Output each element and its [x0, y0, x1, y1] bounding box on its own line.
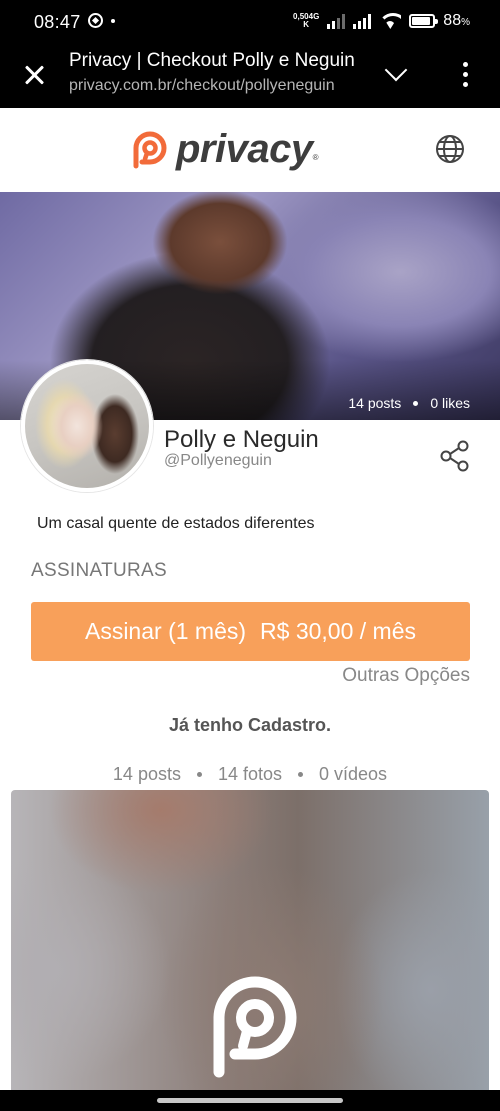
net-speed-unit: K [303, 20, 310, 29]
profile-name: Polly e Neguin [164, 426, 319, 453]
navigation-icon [88, 13, 103, 28]
cover-likes-count: 0 likes [430, 395, 470, 411]
registered-mark: ® [312, 153, 319, 162]
subscriptions-heading: ASSINATURAS [31, 560, 167, 581]
subscribe-price: R$ 30,00 / mês [260, 618, 416, 644]
globe-icon[interactable] [435, 134, 465, 164]
cover-stats: 14 posts 0 likes [348, 395, 470, 411]
status-notification-icons [88, 13, 115, 28]
separator-dot [298, 772, 304, 777]
signal-sim2-icon [353, 13, 372, 29]
cover-posts-count: 14 posts [348, 395, 402, 411]
profile-handle: @Pollyeneguin [164, 452, 272, 469]
privacy-lock-icon [213, 976, 297, 1078]
status-time: 08:47 [34, 12, 81, 32]
close-icon[interactable] [22, 62, 48, 88]
subscribe-plan-label: Assinar (1 mês) [84, 618, 247, 644]
status-indicators: 0,504G K 88% [293, 12, 470, 30]
network-speed: 0,504G K [293, 13, 319, 29]
signal-sim1-icon [327, 13, 346, 29]
media-counts: 14 posts 14 fotos 0 vídeos [0, 764, 500, 785]
locked-post-preview[interactable] [11, 790, 489, 1090]
separator-dot [413, 400, 419, 406]
site-header: privacy ® [0, 108, 500, 192]
battery-value: 88 [443, 12, 462, 29]
browser-toolbar: Privacy | Checkout Polly e Neguin privac… [0, 46, 500, 108]
already-registered-link[interactable]: Já tenho Cadastro. [0, 715, 500, 736]
avatar[interactable] [21, 360, 153, 492]
more-options-icon[interactable] [463, 62, 468, 87]
subscribe-button[interactable]: Assinar (1 mês) R$ 30,00 / mês [31, 602, 470, 661]
share-icon[interactable] [440, 440, 470, 472]
net-type: 4G [308, 12, 320, 21]
wifi-icon [379, 13, 402, 29]
battery-icon [409, 14, 439, 28]
privacy-logo[interactable]: privacy ® [128, 126, 319, 172]
posts-count[interactable]: 14 posts [113, 764, 181, 785]
more-notifications-icon [111, 18, 115, 23]
photos-count[interactable]: 14 fotos [218, 764, 282, 785]
page-title: Privacy | Checkout Polly e Neguin [69, 50, 355, 71]
status-bar: 08:47 0,504G K 88% [0, 0, 500, 46]
logo-text: privacy [176, 126, 313, 171]
videos-count[interactable]: 0 vídeos [319, 764, 387, 785]
battery-percent: 88% [443, 12, 470, 29]
chevron-down-icon[interactable] [384, 58, 408, 82]
other-options-link[interactable]: Outras Opções [342, 665, 470, 687]
home-gesture-handle[interactable] [157, 1098, 343, 1103]
page-url[interactable]: privacy.com.br/checkout/pollyeneguin [69, 77, 335, 95]
profile-bio: Um casal quente de estados diferentes [37, 515, 315, 532]
separator-dot [196, 772, 202, 777]
privacy-logo-icon [133, 131, 167, 169]
